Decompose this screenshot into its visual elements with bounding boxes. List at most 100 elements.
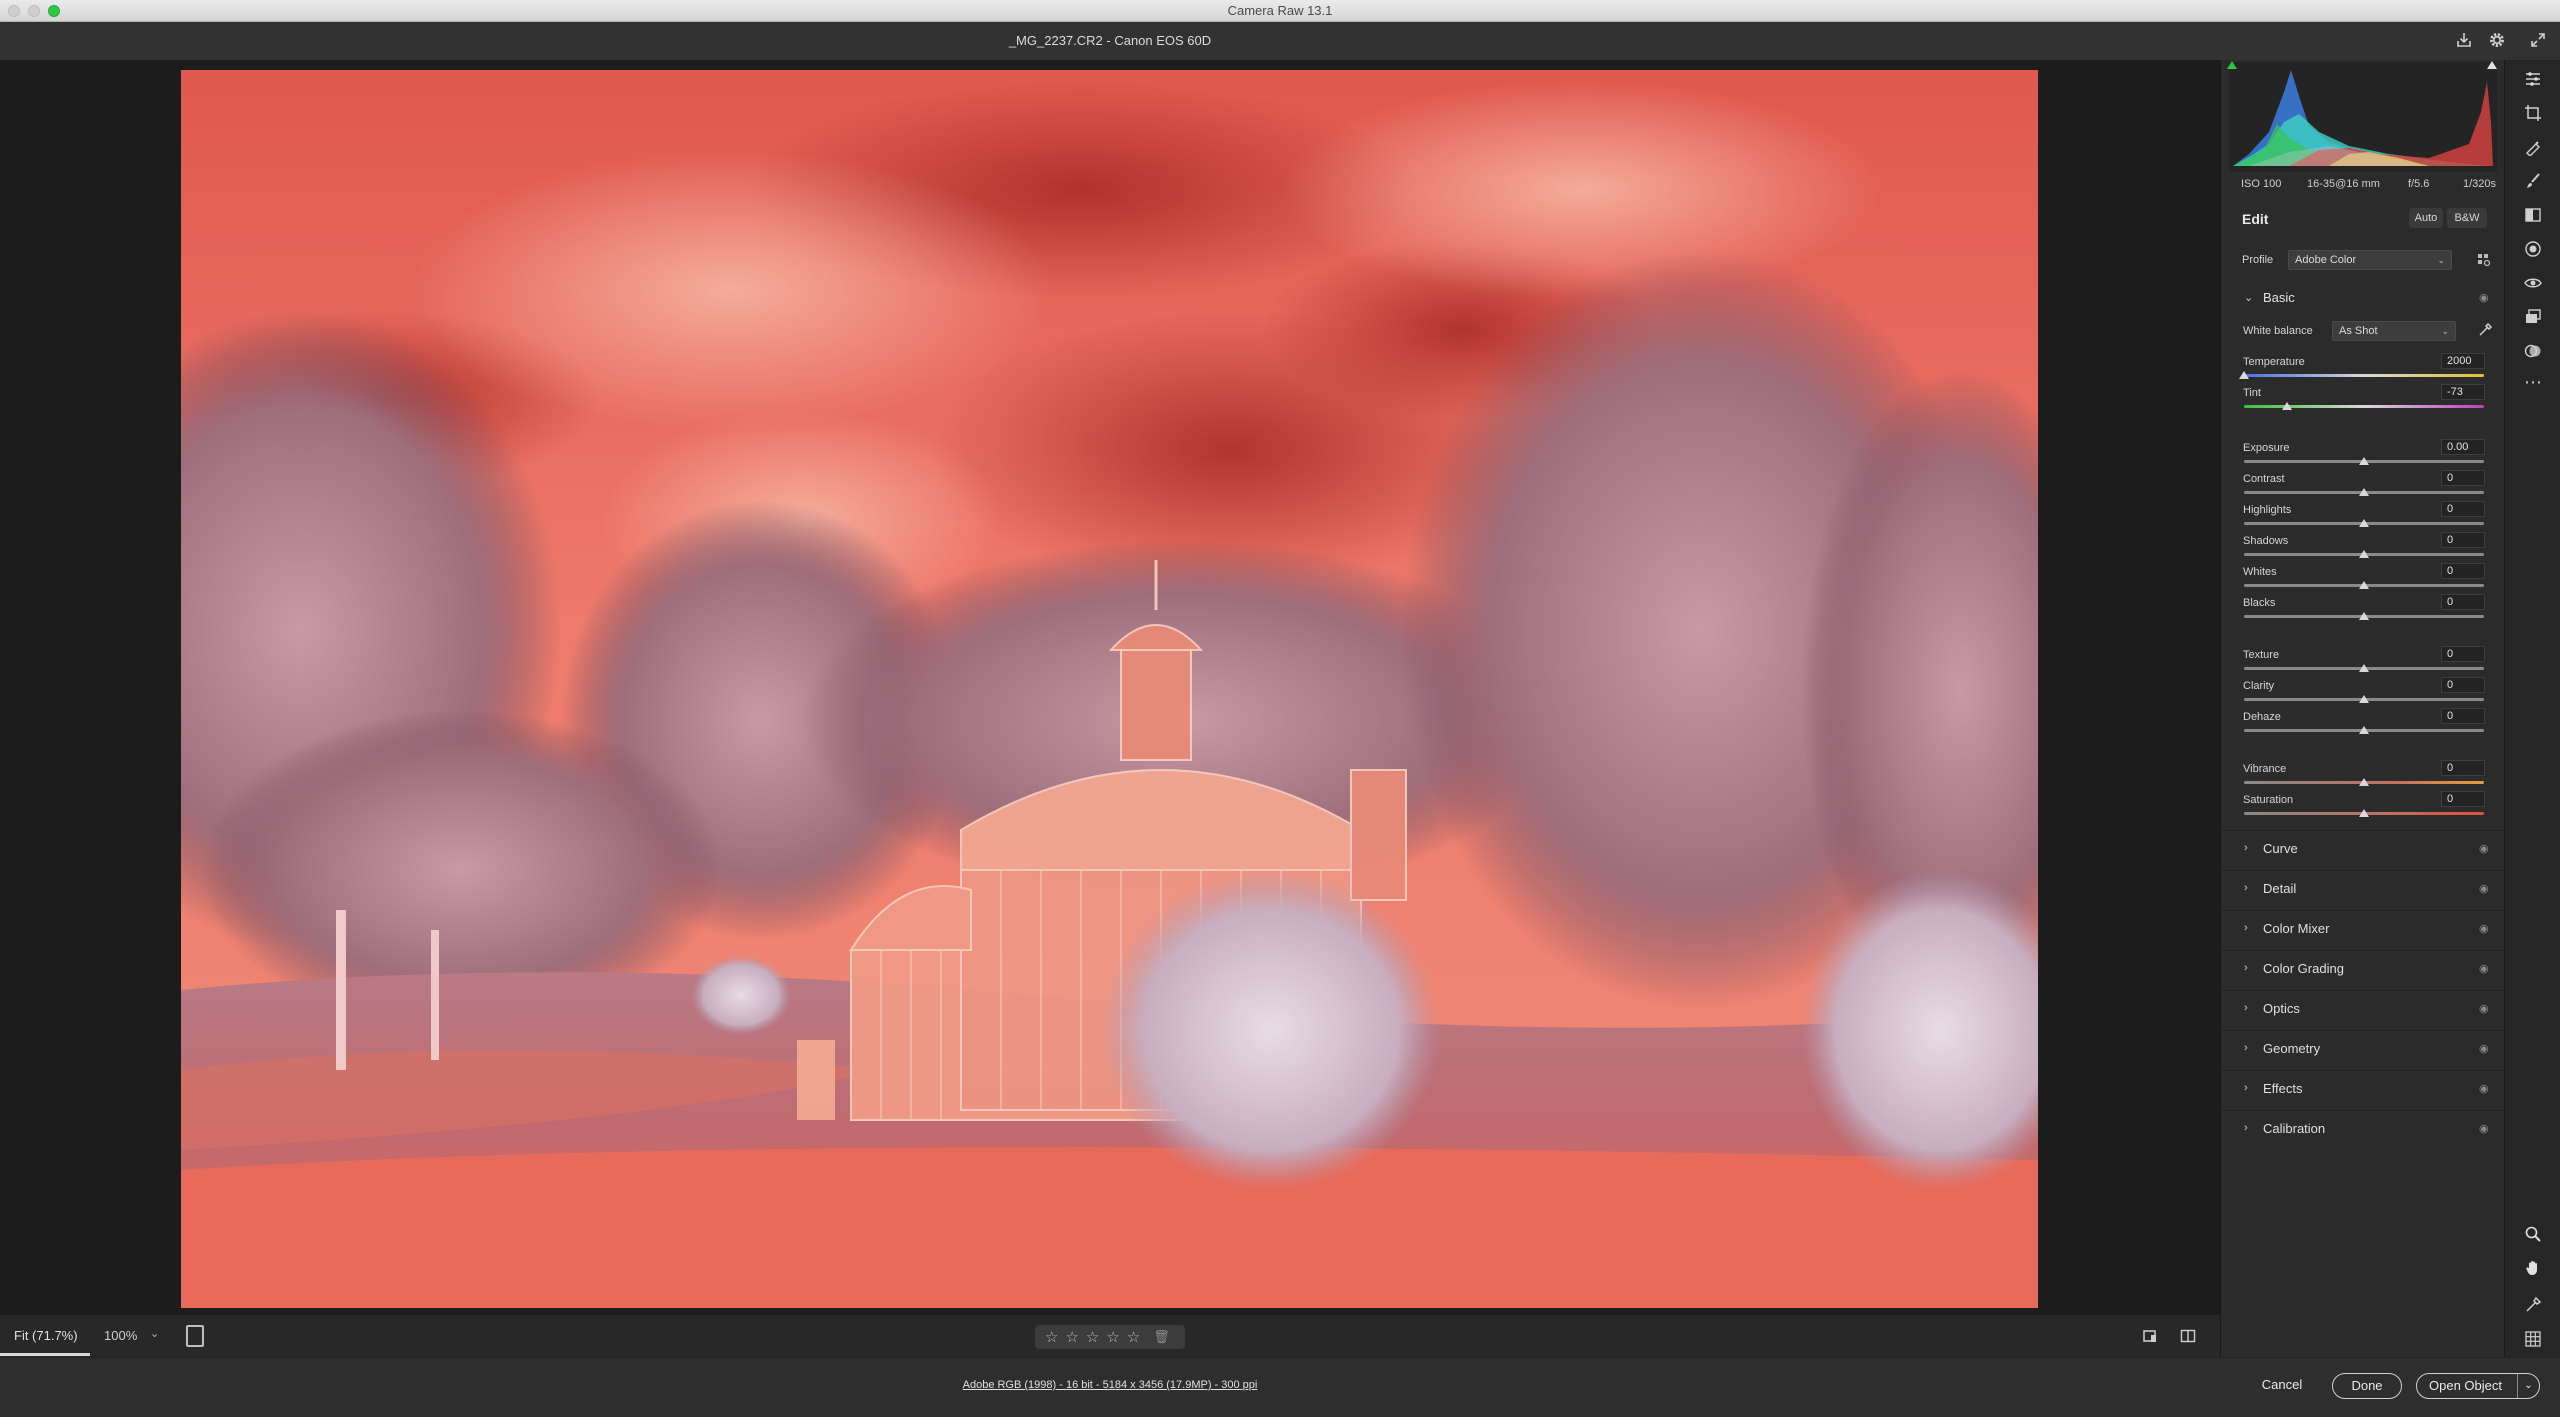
slider-thumb[interactable] xyxy=(2359,695,2369,703)
slider-value-field[interactable]: 0 xyxy=(2441,677,2485,693)
eye-icon[interactable]: ◉ xyxy=(2479,962,2489,975)
slider-thumb[interactable] xyxy=(2359,726,2369,734)
hand-icon[interactable] xyxy=(2523,1259,2543,1279)
slider-thumb[interactable] xyxy=(2359,778,2369,786)
filmstrip-toggle-icon[interactable] xyxy=(186,1325,204,1347)
fullscreen-icon[interactable] xyxy=(2528,31,2548,51)
open-object-button[interactable]: Open Object ⌄ xyxy=(2416,1373,2540,1399)
trash-icon[interactable]: 🗑 xyxy=(1153,1329,1170,1345)
slider-value-field[interactable]: -73 xyxy=(2441,384,2485,400)
cancel-button[interactable]: Cancel xyxy=(2242,1373,2322,1399)
section-title: Calibration xyxy=(2263,1121,2326,1136)
eye-icon[interactable]: ◉ xyxy=(2479,1042,2489,1055)
section-header-curve[interactable]: › Curve ◉ xyxy=(2221,830,2505,866)
color-sampler-icon[interactable] xyxy=(2523,1296,2543,1316)
chevron-right-icon: › xyxy=(2244,922,2248,934)
presets-icon[interactable] xyxy=(2523,342,2543,362)
gear-icon[interactable] xyxy=(2487,31,2507,51)
section-header-calibration[interactable]: › Calibration ◉ xyxy=(2221,1110,2505,1146)
eye-icon[interactable]: ◉ xyxy=(2479,1002,2489,1015)
white-balance-select[interactable]: As Shot ⌄ xyxy=(2332,321,2456,341)
spot-removal-icon[interactable] xyxy=(2523,138,2543,158)
snapshots-icon[interactable] xyxy=(2523,308,2543,328)
slider-value-field[interactable]: 0 xyxy=(2441,470,2485,486)
star-icon[interactable]: ☆ xyxy=(1106,1330,1119,1345)
star-icon[interactable]: ☆ xyxy=(1065,1330,1078,1345)
slider-value-field[interactable]: 0.00 xyxy=(2441,439,2485,455)
slider-thumb[interactable] xyxy=(2359,612,2369,620)
eye-icon[interactable]: ◉ xyxy=(2479,882,2489,895)
slider-thumb[interactable] xyxy=(2359,519,2369,527)
eye-icon[interactable]: ◉ xyxy=(2479,291,2489,304)
auto-button[interactable]: Auto xyxy=(2409,208,2443,228)
grid-overlay-icon[interactable] xyxy=(2523,1330,2543,1350)
save-image-icon[interactable] xyxy=(2454,31,2474,51)
section-header-geometry[interactable]: › Geometry ◉ xyxy=(2221,1030,2505,1066)
photo-preview xyxy=(181,70,2038,1308)
eyedropper-icon[interactable] xyxy=(2477,322,2493,338)
edit-sliders-icon[interactable] xyxy=(2523,70,2543,90)
slider-value-field[interactable]: 2000 xyxy=(2441,353,2485,369)
radial-filter-icon[interactable] xyxy=(2523,240,2543,260)
slider-track[interactable] xyxy=(2244,405,2484,408)
graduated-filter-icon[interactable] xyxy=(2523,206,2543,226)
eye-icon[interactable]: ◉ xyxy=(2479,1082,2489,1095)
white-balance-label: White balance xyxy=(2243,325,2313,337)
eye-icon[interactable]: ◉ xyxy=(2479,842,2489,855)
slider-thumb[interactable] xyxy=(2359,581,2369,589)
slider-thumb[interactable] xyxy=(2359,809,2369,817)
slider-label: Shadows xyxy=(2243,535,2289,547)
section-header-color-grading[interactable]: › Color Grading ◉ xyxy=(2221,950,2505,986)
slider-track[interactable] xyxy=(2244,374,2484,377)
before-after-icon[interactable] xyxy=(2180,1328,2196,1344)
section-header-optics[interactable]: › Optics ◉ xyxy=(2221,990,2505,1026)
slider-value-field[interactable]: 0 xyxy=(2441,563,2485,579)
section-header-color-mixer[interactable]: › Color Mixer ◉ xyxy=(2221,910,2505,946)
slider-thumb[interactable] xyxy=(2359,664,2369,672)
done-button[interactable]: Done xyxy=(2332,1373,2402,1399)
slider-value-field[interactable]: 0 xyxy=(2441,760,2485,776)
chevron-down-icon[interactable]: ⌄ xyxy=(2517,1374,2539,1398)
profile-select[interactable]: Adobe Color ⌄ xyxy=(2288,250,2452,270)
slider-value-field[interactable]: 0 xyxy=(2441,532,2485,548)
workflow-options-link[interactable]: Adobe RGB (1998) - 16 bit - 5184 x 3456 … xyxy=(0,1379,2220,1391)
image-canvas[interactable] xyxy=(0,60,2220,1315)
eye-icon[interactable]: ◉ xyxy=(2479,922,2489,935)
section-header-effects[interactable]: › Effects ◉ xyxy=(2221,1070,2505,1106)
more-icon[interactable]: ⋯ xyxy=(2523,372,2543,392)
section-title: Detail xyxy=(2263,881,2297,896)
bw-button[interactable]: B&W xyxy=(2447,208,2487,228)
slider-value-field[interactable]: 0 xyxy=(2441,791,2485,807)
zoom-fit-indicator xyxy=(0,1353,90,1356)
slider-label: Clarity xyxy=(2243,680,2275,692)
star-icon[interactable]: ☆ xyxy=(1127,1330,1140,1345)
shadow-clipping-icon[interactable] xyxy=(2227,61,2237,69)
zoom-100-button[interactable]: 100% xyxy=(104,1328,137,1343)
slider-thumb[interactable] xyxy=(2359,488,2369,496)
slider-thumb[interactable] xyxy=(2239,371,2249,379)
profile-browser-icon[interactable] xyxy=(2477,253,2491,267)
highlight-clipping-icon[interactable] xyxy=(2487,61,2497,69)
zoom-icon[interactable] xyxy=(2523,1225,2543,1245)
single-view-icon[interactable] xyxy=(2142,1328,2158,1344)
chevron-down-icon[interactable]: ⌄ xyxy=(150,1327,159,1340)
slider-value-field[interactable]: 0 xyxy=(2441,708,2485,724)
slider-thumb[interactable] xyxy=(2359,550,2369,558)
slider-value-field[interactable]: 0 xyxy=(2441,646,2485,662)
brush-icon[interactable] xyxy=(2523,172,2543,192)
slider-value-field[interactable]: 0 xyxy=(2441,501,2485,517)
slider-value-field[interactable]: 0 xyxy=(2441,594,2485,610)
star-icon[interactable]: ☆ xyxy=(1086,1330,1099,1345)
slider-thumb[interactable] xyxy=(2359,457,2369,465)
eye-icon[interactable]: ◉ xyxy=(2479,1122,2489,1135)
zoom-fit-button[interactable]: Fit (71.7%) xyxy=(14,1328,78,1343)
iso-value: ISO 100 xyxy=(2241,178,2282,190)
bottom-toolbar: Fit (71.7%) 100% ⌄ ☆ ☆ ☆ ☆ ☆ 🗑 xyxy=(0,1315,2220,1357)
slider-thumb[interactable] xyxy=(2282,402,2293,410)
star-icon[interactable]: ☆ xyxy=(1045,1330,1058,1345)
basic-section-header[interactable]: ⌄ Basic ◉ xyxy=(2221,280,2505,316)
profile-label: Profile xyxy=(2242,254,2274,266)
red-eye-icon[interactable] xyxy=(2523,274,2543,294)
section-header-detail[interactable]: › Detail ◉ xyxy=(2221,870,2505,906)
crop-icon[interactable] xyxy=(2523,104,2543,124)
